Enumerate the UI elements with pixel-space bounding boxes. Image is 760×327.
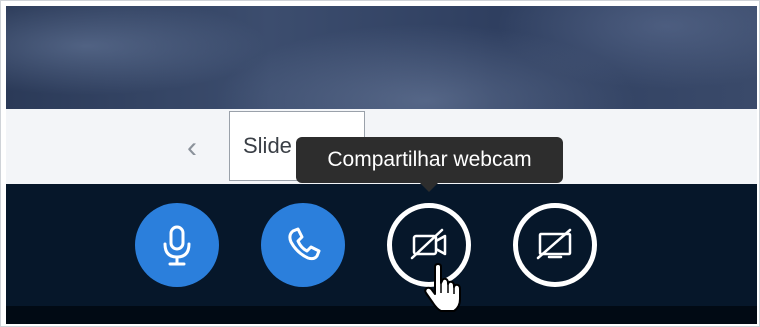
microphone-button[interactable] — [135, 203, 219, 287]
phone-button[interactable] — [261, 203, 345, 287]
presentation-area — [6, 6, 757, 109]
slide-select-value: Slide — [243, 133, 292, 158]
phone-icon — [288, 227, 321, 261]
hand-cursor-icon — [424, 263, 461, 312]
action-bar-footer — [6, 306, 757, 324]
action-bar — [6, 184, 757, 324]
microphone-icon — [163, 225, 191, 266]
conference-window: ‹ Slide › — [0, 0, 760, 327]
chevron-left-icon: ‹ — [187, 131, 197, 164]
webcam-tooltip: Compartilhar webcam — [296, 137, 563, 183]
tooltip-arrow — [419, 182, 439, 192]
screen-share-off-icon — [536, 228, 572, 260]
screen-share-button[interactable] — [513, 203, 597, 287]
previous-slide-button[interactable]: ‹ — [181, 131, 203, 165]
tooltip-text: Compartilhar webcam — [327, 148, 532, 171]
